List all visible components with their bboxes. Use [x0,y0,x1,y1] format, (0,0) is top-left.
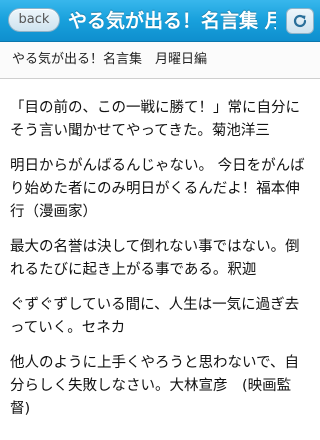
quote-item: 明日からがんばるんじゃない。 今日をがんばり始めた者にのみ明日がくるんだよ！福本… [10,158,305,220]
quote-item: ぐずぐずしている間に、人生は一気に過ぎ去っていく。セネカ [10,297,300,336]
app-header: back やる気が出る！名言集 月曜日編 [0,0,320,42]
refresh-button[interactable] [286,8,314,34]
quote-item: 他人のように上手くやろうと思わないで、自分らしく失敗しなさい。大林宣彦 (映画監… [10,355,299,417]
header-title: やる気が出る！名言集 月曜日編 [68,10,276,32]
page-subtitle: やる気が出る！名言集 月曜日編 [0,42,320,79]
quote-item: 最大の名誉は決して倒れない事ではない。倒れるたびに起き上がる事である。釈迦 [10,239,300,278]
refresh-icon [293,14,307,28]
back-button[interactable]: back [8,8,60,32]
quote-item: 「目の前の、この一戦に勝て！」常に自分にそう言い聞かせてやってきた。菊池洋三 [10,100,300,139]
quote-list: 「目の前の、この一戦に勝て！」常に自分にそう言い聞かせてやってきた。菊池洋三 明… [0,79,320,421]
